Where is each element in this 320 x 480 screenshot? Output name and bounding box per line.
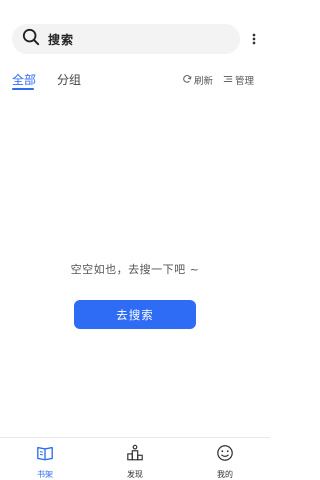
tab-group[interactable]: 分组 [57, 71, 81, 88]
nav-discover[interactable]: 发现 [110, 444, 160, 479]
bottom-navigation: 书架 发现 我的 [0, 437, 270, 480]
nav-label-bookshelf: 书架 [37, 470, 53, 479]
book-icon [36, 444, 54, 466]
tab-all[interactable]: 全部 [12, 71, 36, 88]
search-icon [22, 28, 40, 50]
smiley-icon [216, 444, 234, 466]
more-options-icon[interactable] [246, 28, 262, 50]
refresh-label: 刷新 [194, 76, 214, 87]
search-row: 搜索 [0, 24, 270, 54]
search-label: 搜索 [48, 32, 75, 47]
nav-label-mine: 我的 [217, 470, 233, 479]
manage-button[interactable]: 管理 [223, 73, 254, 87]
refresh-icon [182, 74, 194, 87]
podium-icon [126, 444, 144, 466]
manage-label: 管理 [235, 76, 255, 87]
tab-active-indicator [12, 88, 34, 90]
refresh-button[interactable]: 刷新 [182, 73, 213, 87]
nav-bookshelf[interactable]: 书架 [20, 444, 70, 479]
go-search-button[interactable]: 去搜索 [74, 300, 196, 329]
search-bar[interactable]: 搜索 [12, 24, 240, 54]
app-screen: 搜索 全部 分组 刷新 管理 空空如也，去搜一下吧 ~ 去搜索 书架 发现 我的 [0, 0, 270, 480]
list-icon [223, 74, 235, 87]
nav-mine[interactable]: 我的 [200, 444, 250, 479]
nav-label-discover: 发现 [127, 470, 143, 479]
empty-state-message: 空空如也，去搜一下吧 ~ [70, 263, 200, 276]
